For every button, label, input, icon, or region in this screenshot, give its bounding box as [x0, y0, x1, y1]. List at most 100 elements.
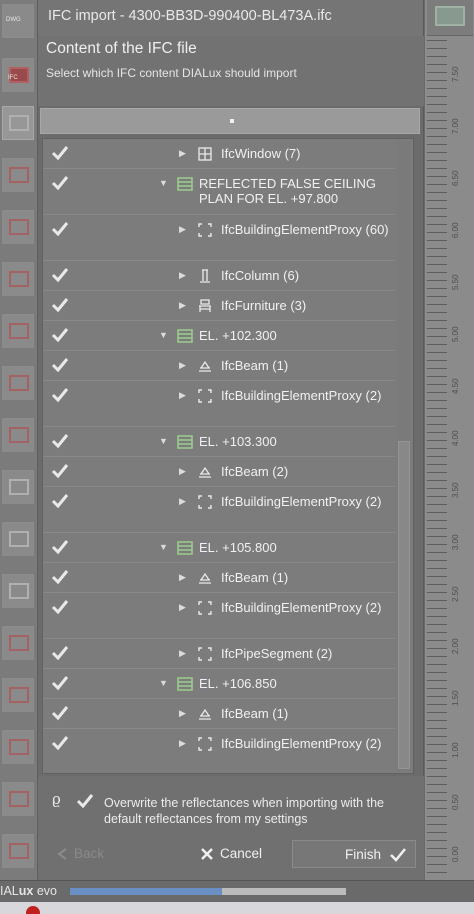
row-checkbox[interactable]: [51, 568, 69, 586]
wave-tool[interactable]: [2, 678, 34, 712]
tree-row[interactable]: ▶ IfcBeam (1): [43, 351, 395, 381]
roof-tool[interactable]: [2, 418, 34, 452]
tree-row[interactable]: ▶ IfcPipeSegment (2): [43, 639, 395, 669]
expand-arrow-icon[interactable]: ▶: [179, 738, 186, 749]
row-checkbox[interactable]: [51, 704, 69, 722]
tree-scrollbar[interactable]: [397, 141, 411, 771]
collapse-arrow-icon[interactable]: ▼: [159, 542, 168, 552]
opening-tool[interactable]: [2, 314, 34, 348]
collapse-arrow-icon[interactable]: ▼: [159, 178, 168, 188]
overwrite-reflectances-label: Overwrite the reflectances when importin…: [104, 796, 384, 826]
row-checkbox[interactable]: [51, 174, 69, 192]
expand-arrow-icon[interactable]: ▶: [179, 300, 186, 311]
tree-row[interactable]: ▶ IfcBuildingElementProxy (60): [43, 215, 395, 261]
expand-arrow-icon[interactable]: ▶: [179, 466, 186, 477]
row-checkbox[interactable]: [51, 492, 69, 510]
object-tool[interactable]: [2, 106, 34, 140]
row-checkbox[interactable]: [51, 598, 69, 616]
tree-row[interactable]: ▼ EL. +103.300: [43, 427, 395, 457]
tree-row[interactable]: ▼ REFLECTED FALSE CEILING PLAN FOR EL. +9…: [43, 169, 395, 215]
tree-row[interactable]: ▶ IfcBeam (2): [43, 457, 395, 487]
expand-arrow-icon[interactable]: ▶: [179, 224, 186, 235]
extrusion-tool[interactable]: [2, 522, 34, 556]
collapse-arrow-icon[interactable]: ▼: [159, 330, 168, 340]
row-checkbox[interactable]: [51, 220, 69, 238]
frame-tool[interactable]: [2, 782, 34, 816]
beam-icon: [197, 706, 213, 722]
check-icon: [390, 848, 406, 862]
dwg-import-tool[interactable]: DWG: [2, 4, 34, 38]
finish-button[interactable]: Finish: [292, 840, 416, 868]
expand-arrow-icon[interactable]: ▶: [179, 390, 186, 401]
tree-row[interactable]: ▶ IfcBuildingElementProxy (2): [43, 593, 395, 639]
stairs-tool[interactable]: [2, 626, 34, 660]
row-checkbox[interactable]: [51, 538, 69, 556]
expand-arrow-icon[interactable]: ▶: [179, 270, 186, 281]
view-3d-button[interactable]: [427, 0, 473, 36]
tree-row[interactable]: ▶ IfcBeam (1): [43, 563, 395, 593]
window-icon: [197, 146, 213, 162]
cancel-button[interactable]: Cancel: [196, 840, 286, 868]
drag-grip[interactable]: [40, 108, 420, 134]
tree-row[interactable]: ▶ IfcBuildingElementProxy (2): [43, 729, 395, 773]
furniture-tool[interactable]: [2, 574, 34, 608]
tree-row[interactable]: ▼ EL. +105.800: [43, 533, 395, 563]
box-icon: [9, 375, 29, 391]
extrusion-icon: [9, 531, 29, 547]
tree-row-label: EL. +102.300: [199, 328, 277, 343]
tree-row[interactable]: ▶ IfcBuildingElementProxy (2): [43, 487, 395, 533]
tree-row[interactable]: ▶ IfcBuildingElementProxy (2): [43, 381, 395, 427]
expand-arrow-icon[interactable]: ▶: [179, 360, 186, 371]
arrow-tool[interactable]: [2, 730, 34, 764]
reflectance-icon: ϱ: [52, 790, 61, 808]
floor-tool[interactable]: [2, 262, 34, 296]
row-checkbox[interactable]: [51, 674, 69, 692]
expand-arrow-icon[interactable]: ▶: [179, 572, 186, 583]
storey-icon: [177, 676, 193, 692]
expand-arrow-icon[interactable]: ▶: [179, 648, 186, 659]
collapse-arrow-icon[interactable]: ▼: [159, 436, 168, 446]
ruler-label: 5.50: [451, 274, 460, 290]
expand-arrow-icon[interactable]: ▶: [179, 602, 186, 613]
ruler-label: 7.50: [451, 66, 460, 82]
app-icon[interactable]: [26, 906, 40, 914]
taskbar-strip: [0, 902, 474, 914]
tree-row[interactable]: ▶ IfcFurniture (3): [43, 291, 395, 321]
collapse-arrow-icon[interactable]: ▼: [159, 678, 168, 688]
tree-row-label: REFLECTED FALSE CEILING PLAN FOR EL. +97…: [199, 176, 376, 206]
back-button[interactable]: Back: [52, 840, 132, 868]
row-checkbox[interactable]: [51, 326, 69, 344]
scrollbar-thumb[interactable]: [398, 441, 410, 769]
row-checkbox[interactable]: [51, 296, 69, 314]
progress-bar: [70, 888, 346, 895]
proxy-icon: [197, 494, 213, 510]
tree-row[interactable]: ▶ IfcBeam (1): [43, 699, 395, 729]
row-checkbox[interactable]: [51, 462, 69, 480]
expand-arrow-icon[interactable]: ▶: [179, 708, 186, 719]
room-tool[interactable]: [2, 158, 34, 192]
expand-arrow-icon[interactable]: ▶: [179, 496, 186, 507]
tree-row[interactable]: ▶ IfcWindow (7): [43, 139, 395, 169]
row-checkbox[interactable]: [51, 144, 69, 162]
tree-row[interactable]: ▶ IfcColumn (6): [43, 261, 395, 291]
ifc-import-tool[interactable]: IFC: [2, 58, 34, 92]
row-checkbox[interactable]: [51, 266, 69, 284]
box-tool[interactable]: [2, 366, 34, 400]
expand-arrow-icon[interactable]: ▶: [179, 148, 186, 159]
row-checkbox[interactable]: [51, 644, 69, 662]
row-checkbox[interactable]: [51, 432, 69, 450]
wall-tool[interactable]: [2, 210, 34, 244]
overwrite-reflectances-checkbox[interactable]: [76, 792, 94, 810]
row-checkbox[interactable]: [51, 734, 69, 752]
brand-suffix: evo: [33, 884, 57, 898]
tree-row[interactable]: ▼ EL. +106.850: [43, 669, 395, 699]
network-tool[interactable]: [2, 834, 34, 868]
tree-row[interactable]: ▼ EL. +102.300: [43, 321, 395, 351]
cancel-label: Cancel: [220, 846, 263, 861]
table-icon: [9, 583, 29, 599]
ifc-content-tree: ▶ IfcWindow (7) ▼ REFLECTED FALSE CEILING P…: [42, 138, 414, 774]
row-checkbox[interactable]: [51, 356, 69, 374]
cube-tool[interactable]: [2, 470, 34, 504]
dialog-description: Select which IFC content DIALux should i…: [46, 66, 297, 80]
row-checkbox[interactable]: [51, 386, 69, 404]
